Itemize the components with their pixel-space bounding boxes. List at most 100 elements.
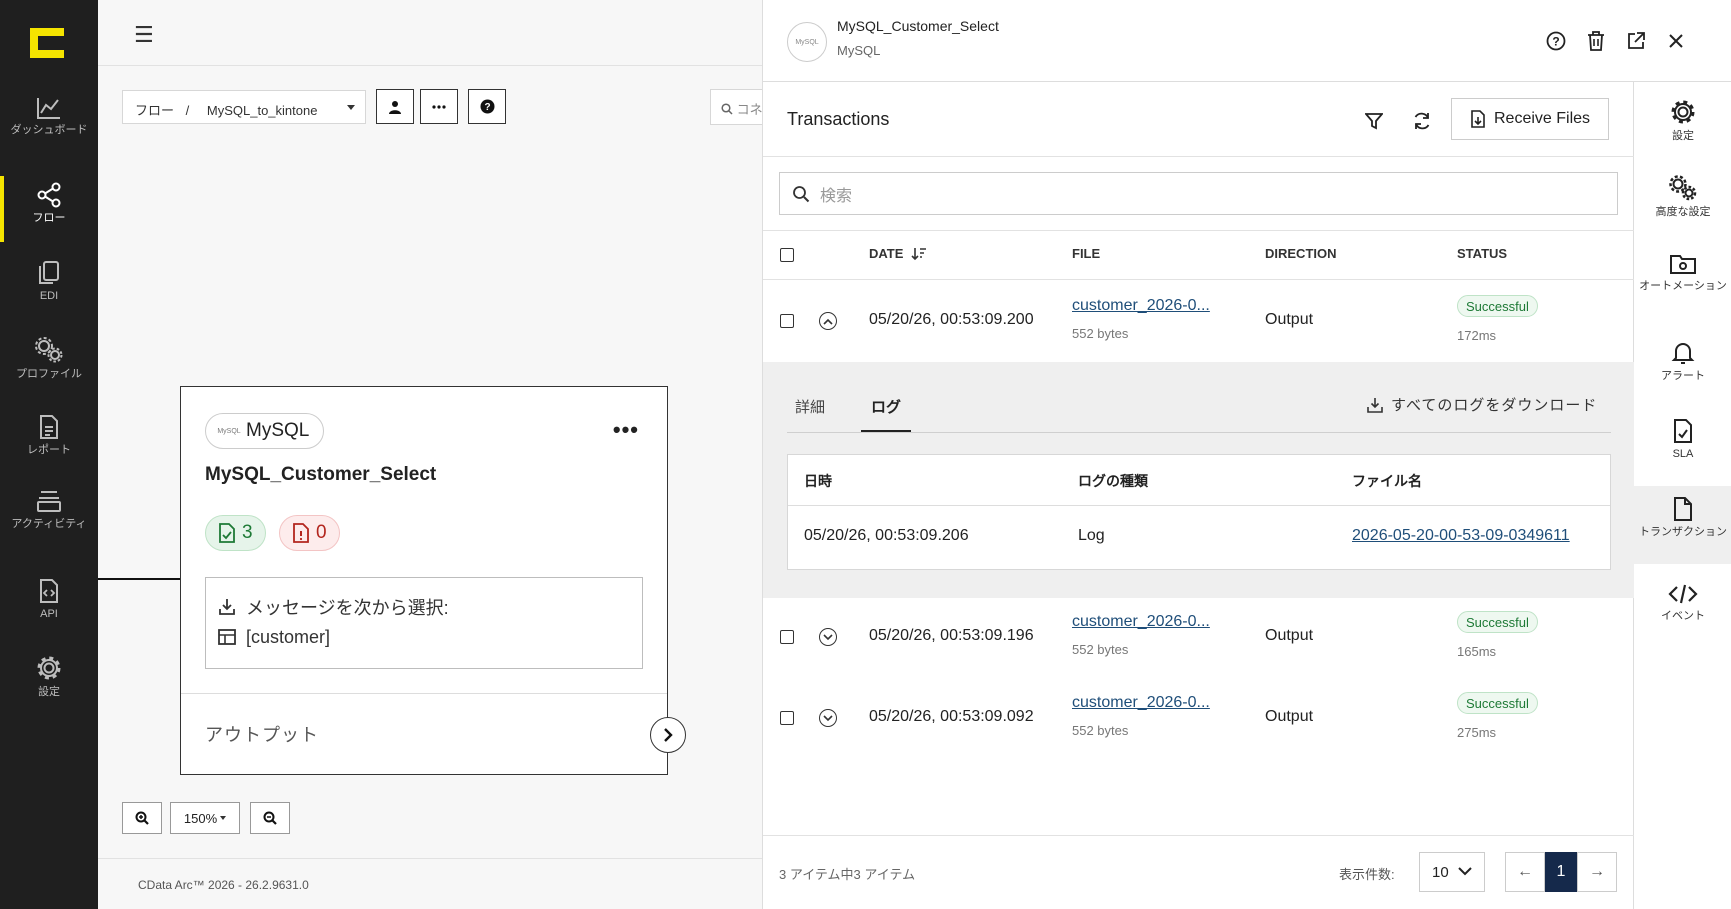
sidebar-item-advanced[interactable]: 高度な設定: [1634, 164, 1731, 238]
receive-files-button[interactable]: Receive Files: [1451, 98, 1609, 140]
zoom-level-value: 150%: [183, 810, 218, 826]
row-checkbox[interactable]: [780, 630, 794, 644]
column-direction[interactable]: DIRECTION: [1265, 246, 1337, 261]
success-count-badge[interactable]: 3: [205, 515, 266, 551]
row-checkbox[interactable]: [780, 711, 794, 725]
column-file[interactable]: FILE: [1072, 246, 1100, 261]
filter-button[interactable]: [1361, 108, 1387, 134]
prev-page-button[interactable]: ←: [1505, 852, 1545, 892]
divider: [763, 279, 1634, 280]
documents-icon: [39, 261, 59, 284]
nav-label: アクティビティ: [11, 518, 87, 530]
row-direction: Output: [1265, 627, 1314, 644]
help-button[interactable]: ?: [1545, 30, 1567, 52]
column-status[interactable]: STATUS: [1457, 246, 1507, 261]
chevron-right-icon: [664, 728, 673, 742]
nav-item-edi[interactable]: EDI: [0, 260, 98, 330]
open-external-button[interactable]: [1625, 30, 1647, 52]
per-page-select[interactable]: 10: [1419, 852, 1485, 892]
section-title: Transactions: [787, 109, 890, 129]
row-direction: Output: [1265, 708, 1314, 725]
column-date[interactable]: DATE: [869, 246, 927, 261]
left-nav: ダッシュボード フロー EDI プロファイル レポート アクティビティ API …: [0, 0, 98, 909]
sidebar-item-sla[interactable]: SLA: [1634, 408, 1731, 482]
zoom-out-icon: [263, 811, 277, 825]
delete-button[interactable]: [1585, 30, 1607, 52]
flow-name: MySQL_to_kintone: [206, 103, 318, 118]
zoom-out-button[interactable]: [250, 802, 290, 834]
log-file-link[interactable]: 2026-05-20-00-53-09-0349611: [1352, 527, 1570, 545]
search-input[interactable]: 検索: [779, 172, 1618, 215]
log-column-filename: ファイル名: [1352, 473, 1422, 489]
user-button[interactable]: [376, 89, 414, 124]
row-duration: 172ms: [1457, 328, 1497, 343]
zoom-level-select[interactable]: 150%: [170, 802, 240, 834]
nav-label: レポート: [27, 444, 71, 456]
help-button[interactable]: ?: [468, 89, 506, 124]
question-circle-icon: ?: [480, 99, 494, 114]
error-count-badge[interactable]: 0: [279, 515, 340, 551]
ellipsis-icon: [432, 104, 446, 109]
trash-icon: [1588, 31, 1604, 51]
top-bar: ☰: [98, 0, 762, 66]
nav-item-dashboard[interactable]: ダッシュボード: [0, 96, 98, 166]
tab-log[interactable]: ログ: [871, 396, 901, 417]
sidebar-item-settings[interactable]: 設定: [1634, 88, 1731, 162]
row-checkbox[interactable]: [780, 314, 794, 328]
nav-item-settings[interactable]: 設定: [0, 654, 98, 724]
canvas-search-input[interactable]: コネ: [710, 89, 762, 125]
nav-label: フロー: [32, 212, 66, 224]
code-icon: [1668, 584, 1698, 604]
nav-item-activity[interactable]: アクティビティ: [0, 488, 98, 558]
output-port-button[interactable]: [650, 717, 686, 753]
chevron-down-icon[interactable]: [347, 105, 355, 110]
svg-text:?: ?: [1552, 35, 1559, 49]
chevron-up-icon: [823, 318, 833, 325]
connector-card[interactable]: MySQL MySQL ••• MySQL_Customer_Select 3 …: [180, 386, 686, 775]
refresh-button[interactable]: [1409, 108, 1435, 134]
log-column-datetime: 日時: [804, 473, 832, 489]
breadcrumb[interactable]: フロー / MySQL_to_kintone: [122, 90, 366, 124]
more-options-button[interactable]: [420, 89, 458, 124]
external-link-icon: [1628, 32, 1645, 49]
card-menu-button[interactable]: •••: [613, 417, 639, 443]
sidebar-item-events[interactable]: イベント: [1634, 572, 1731, 646]
row-file-link[interactable]: customer_2026-0...: [1072, 613, 1210, 631]
tab-divider: [787, 432, 1611, 433]
sidebar-item-automation[interactable]: オートメーション: [1634, 242, 1731, 316]
row-file-size: 552 bytes: [1072, 642, 1129, 657]
flow-canvas[interactable]: ☰ フロー / MySQL_to_kintone ? コネ MySQL MySQ…: [98, 0, 762, 909]
sidebar-item-alerts[interactable]: アラート: [1634, 330, 1731, 404]
gears-icon: [35, 337, 63, 363]
next-page-button[interactable]: →: [1577, 852, 1617, 892]
row-collapse-button[interactable]: [819, 312, 837, 330]
row-file-size: 552 bytes: [1072, 723, 1129, 738]
nav-item-profile[interactable]: プロファイル: [0, 336, 98, 406]
row-file-link[interactable]: customer_2026-0...: [1072, 694, 1210, 712]
gears-icon: [1669, 175, 1697, 201]
row-expand-button[interactable]: [819, 709, 837, 727]
sidebar-item-transactions[interactable]: トランザクション: [1634, 486, 1731, 564]
nav-item-report[interactable]: レポート: [0, 414, 98, 484]
panel-header: MySQL MySQL_Customer_Select MySQL ?: [763, 0, 1731, 82]
nav-label: ダッシュボード: [10, 124, 88, 136]
nav-item-api[interactable]: API: [0, 578, 98, 648]
download-all-logs-button[interactable]: すべてのログをダウンロード: [1367, 394, 1597, 415]
cdata-logo[interactable]: [30, 28, 64, 58]
row-expand-button[interactable]: [819, 628, 837, 646]
per-page-value: 10: [1432, 863, 1449, 881]
user-icon: [389, 100, 401, 114]
zoom-in-button[interactable]: [122, 802, 162, 834]
page-1-button[interactable]: 1: [1545, 852, 1577, 892]
item-count-summary: 3 アイテム中3 アイテム: [779, 867, 916, 882]
hamburger-menu-icon[interactable]: ☰: [134, 22, 154, 48]
log-column-type: ログの種類: [1078, 473, 1148, 489]
row-file-link[interactable]: customer_2026-0...: [1072, 297, 1210, 315]
nav-item-flow[interactable]: フロー: [0, 176, 98, 252]
tab-details[interactable]: 詳細: [795, 396, 825, 417]
close-button[interactable]: [1665, 30, 1687, 52]
select-all-checkbox[interactable]: [780, 248, 794, 262]
receive-files-label: Receive Files: [1493, 110, 1591, 127]
connector-type: MySQL: [246, 420, 310, 441]
breadcrumb-root[interactable]: フロー: [135, 103, 174, 118]
